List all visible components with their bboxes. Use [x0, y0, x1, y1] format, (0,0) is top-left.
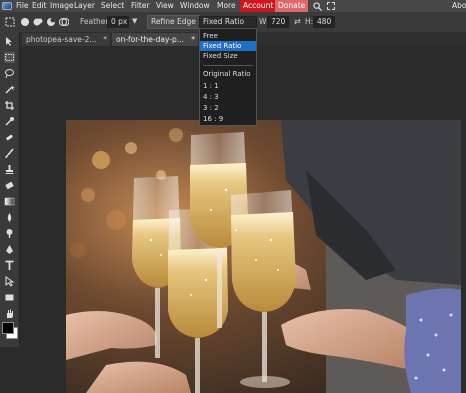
dropdown-option-3-2[interactable]: 3 : 2 [200, 103, 256, 113]
tab-close-icon[interactable]: * [103, 33, 107, 46]
pen-tool-icon[interactable] [4, 244, 15, 255]
type-tool-icon[interactable] [4, 260, 15, 271]
intersect-selection-icon[interactable] [59, 17, 69, 27]
dropdown-option-fixed-size[interactable]: Fixed Size [200, 51, 256, 61]
dropdown-separator [203, 65, 253, 66]
logo-icon[interactable] [2, 2, 12, 10]
rect-select-icon[interactable] [5, 17, 15, 27]
feather-dropdown-arrow-icon[interactable]: ▼ [132, 17, 137, 25]
lasso-tool-icon[interactable] [4, 68, 15, 79]
menu-image[interactable]: Image [50, 0, 74, 12]
blur-tool-icon[interactable] [4, 212, 15, 223]
tools-panel [0, 32, 20, 347]
subtract-selection-icon[interactable] [46, 17, 56, 27]
tab-on-for-the-day[interactable]: on-for-the-day-p... * [112, 33, 198, 46]
search-icon[interactable] [313, 2, 322, 11]
champagne-toast-photo [66, 120, 461, 393]
style-select[interactable]: Fixed Ratio [199, 16, 257, 28]
dropdown-option-4-3[interactable]: 4 : 3 [200, 92, 256, 102]
foreground-color-swatch[interactable] [2, 322, 14, 334]
clone-stamp-tool-icon[interactable] [4, 164, 15, 175]
refine-edge-button[interactable]: Refine Edge [147, 15, 200, 29]
path-select-tool-icon[interactable] [4, 276, 15, 287]
marquee-tool-icon[interactable] [4, 52, 15, 63]
eraser-tool-icon[interactable] [4, 180, 15, 191]
brush-tool-icon[interactable] [4, 148, 15, 159]
document-image[interactable] [66, 120, 461, 393]
shape-tool-icon[interactable] [4, 292, 15, 303]
menu-view[interactable]: View [156, 0, 174, 12]
height-label: H: [305, 17, 314, 26]
menu-layer[interactable]: Layer [74, 0, 95, 12]
menu-select[interactable]: Select [101, 0, 124, 12]
magic-wand-tool-icon[interactable] [4, 84, 15, 95]
tab-photopea-save[interactable]: photopea-save-2... * [22, 33, 110, 46]
menu-about[interactable]: Abo [452, 0, 466, 12]
tab-label: photopea-save-2... [26, 35, 97, 44]
height-input[interactable]: 480 [313, 16, 335, 28]
tab-label: on-for-the-day-p... [116, 35, 184, 44]
dropdown-option-1-1[interactable]: 1 : 1 [200, 81, 256, 91]
menu-window[interactable]: Window [180, 0, 210, 12]
menu-edit[interactable]: Edit [32, 0, 47, 12]
dodge-tool-icon[interactable] [4, 228, 15, 239]
menu-filter[interactable]: Filter [131, 0, 150, 12]
donate-button[interactable]: Donate [275, 0, 309, 12]
add-selection-icon[interactable] [33, 17, 43, 27]
eyedropper-tool-icon[interactable] [4, 116, 15, 127]
dropdown-option-16-9[interactable]: 16 : 9 [200, 114, 256, 124]
dropdown-option-fixed-ratio[interactable]: Fixed Ratio [200, 41, 256, 51]
new-selection-icon[interactable] [20, 17, 30, 27]
style-dropdown-menu: Free Fixed Ratio Fixed Size Original Rat… [199, 28, 257, 126]
menu-bar: File Edit Image Layer Select Filter View… [0, 0, 466, 12]
dropdown-option-free[interactable]: Free [200, 31, 256, 41]
healing-brush-tool-icon[interactable] [4, 132, 15, 143]
move-tool-icon[interactable] [4, 36, 15, 47]
tab-close-icon[interactable]: * [191, 33, 195, 46]
menu-file[interactable]: File [16, 0, 29, 12]
dropdown-section-original-ratio[interactable]: Original Ratio [200, 69, 256, 79]
hand-tool-icon[interactable] [4, 308, 15, 319]
swap-icon[interactable]: ⇄ [294, 17, 301, 26]
crop-tool-icon[interactable] [4, 100, 15, 111]
gradient-tool-icon[interactable] [4, 196, 15, 207]
feather-input[interactable]: 0 px [107, 16, 129, 28]
menu-more[interactable]: More [217, 0, 236, 12]
account-button[interactable]: Account [240, 0, 277, 12]
width-input[interactable]: 720 [267, 16, 289, 28]
fullscreen-icon[interactable] [327, 2, 335, 10]
